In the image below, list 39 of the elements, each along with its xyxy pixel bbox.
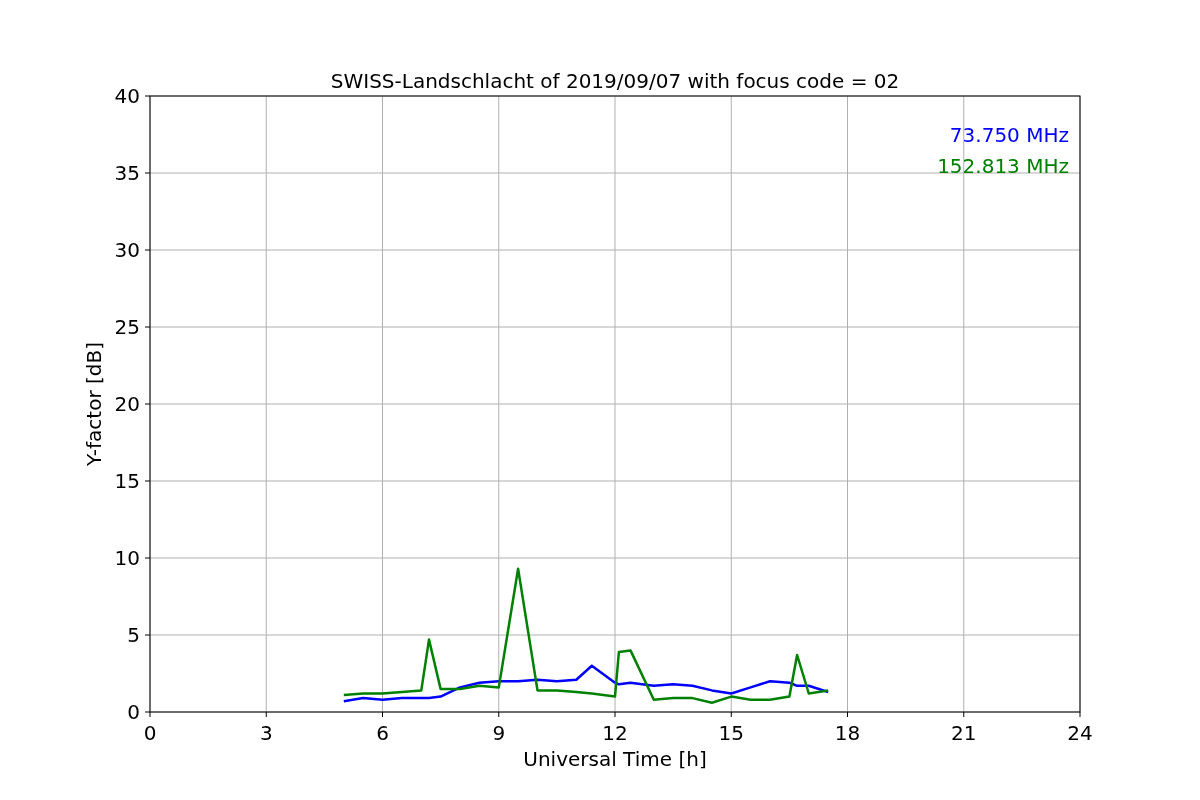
tick-mark [144,480,151,482]
tick-mark [144,172,151,174]
tick-label: 15 [114,469,140,493]
tick-label: 18 [834,721,861,745]
tick-label: 0 [143,721,157,745]
tick-mark [963,711,965,718]
tick-label: 15 [718,721,744,745]
tick-label: 12 [602,721,628,745]
tick-label: 9 [492,721,506,745]
tick-label: 5 [127,623,140,647]
tick-mark [144,403,151,405]
tick-mark [144,249,151,251]
tick-label: 6 [376,721,389,745]
tick-mark [498,711,500,718]
tick-label: 35 [114,161,140,185]
tick-mark [144,634,151,636]
tick-mark [144,326,151,328]
tick-mark [614,711,616,718]
tick-mark [144,557,151,559]
tick-label: 20 [114,392,140,416]
axis-label: Universal Time [h] [523,747,707,771]
tick-mark [847,711,848,718]
tick-label: 0 [127,700,140,724]
tick-mark [144,95,151,97]
tick-label: 3 [259,721,273,745]
tick-label: 25 [114,315,140,339]
tick-label: 21 [951,721,977,745]
axis-label: Y-factor [dB] [82,342,106,466]
tick-mark [382,711,383,718]
tick-label: 10 [114,546,140,570]
chart-title: SWISS-Landschlacht of 2019/09/07 with focus code = 02 [330,69,900,93]
legend-label: 152.813 MHz [937,154,1069,178]
tick-mark [265,711,267,718]
tick-label: 40 [114,84,140,108]
tick-mark [730,711,732,718]
tick-label: 24 [1067,721,1093,745]
tick-label: 30 [114,238,140,262]
tick-mark [1079,711,1081,718]
legend-label: 73.750 MHz [949,123,1069,147]
